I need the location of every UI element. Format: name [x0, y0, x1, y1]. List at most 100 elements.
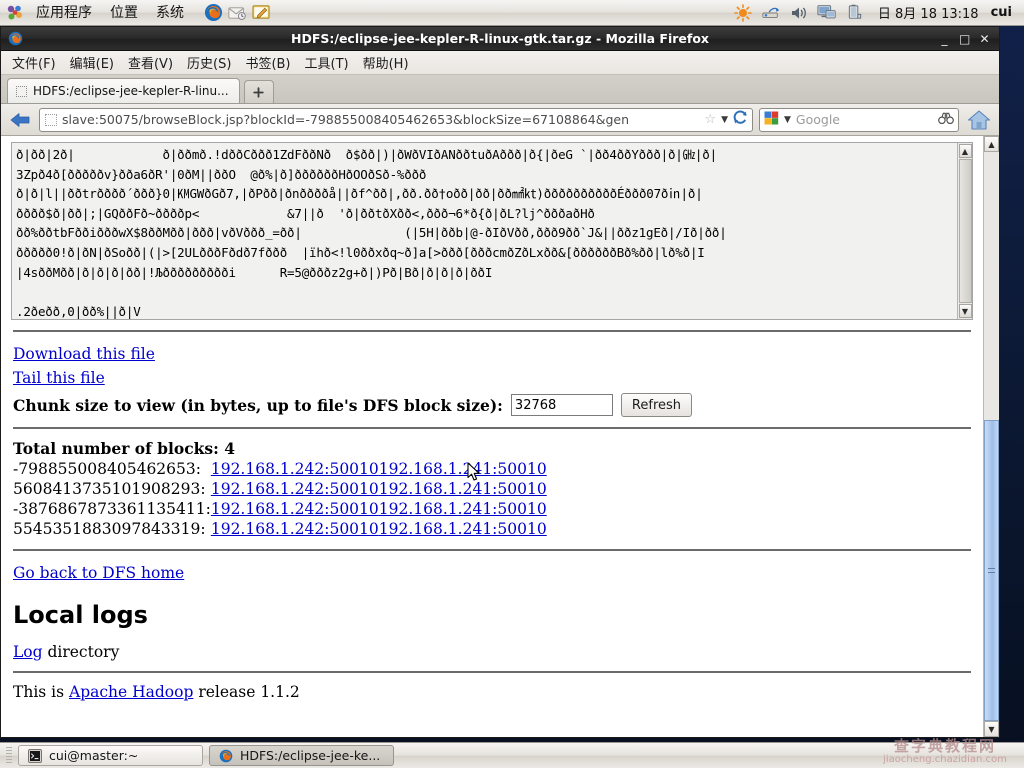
close-button[interactable]: ✕	[979, 33, 990, 45]
window-titlebar[interactable]: HDFS:/eclipse-jee-kepler-R-linux-gtk.tar…	[1, 27, 999, 51]
menu-help[interactable]: 帮助(H)	[356, 50, 416, 75]
file-content-box: ð|ðð|2ð| ð|ððmð.!dððCððð1ZdFððNð ð$ðð|)|…	[11, 142, 973, 320]
apache-hadoop-link[interactable]: Apache Hadoop	[69, 683, 193, 701]
file-content-scrollbar[interactable]: ▲ ▼	[957, 143, 972, 319]
table-row: -3876867873361135411: 192.168.1.242:5001…	[13, 499, 547, 519]
home-button[interactable]	[965, 107, 993, 133]
blocks-section: Total number of blocks: 4 -7988550084054…	[1, 439, 983, 539]
taskbar-item-firefox[interactable]: HDFS:/eclipse-jee-ke...	[209, 745, 394, 766]
table-row: 5545351883097843319: 192.168.1.242:50010…	[13, 519, 547, 539]
taskbar-item-terminal[interactable]: cui@master:~	[18, 745, 203, 766]
release-line: This is Apache Hadoop release 1.1.2	[13, 683, 971, 701]
panel-menu-applications[interactable]: 应用程序	[28, 2, 100, 24]
panel-menu-places[interactable]: 位置	[102, 2, 146, 24]
panel-menu-system[interactable]: 系统	[148, 2, 192, 24]
back-button[interactable]	[7, 107, 33, 133]
block-id: -798855008405462653:	[13, 460, 201, 478]
block-id: 5545351883097843319:	[13, 520, 206, 538]
refresh-button[interactable]: Refresh	[620, 393, 693, 417]
page-scroll-down-icon[interactable]: ▼	[984, 721, 999, 737]
page-scrollbar[interactable]: ▲ ▼	[983, 136, 999, 737]
menu-history[interactable]: 历史(S)	[180, 50, 238, 75]
menu-view[interactable]: 查看(V)	[121, 50, 180, 75]
bookmark-star-icon[interactable]: ☆	[704, 112, 716, 127]
panel-username[interactable]: cui	[991, 5, 1016, 20]
desktop: 应用程序 位置 系统 日 8月 18 13:18 cui HDFS:/eclip…	[0, 0, 1024, 768]
scroll-up-icon[interactable]: ▲	[958, 144, 972, 158]
file-content-text[interactable]: ð|ðð|2ð| ð|ððmð.!dððCððð1ZdFððNð ð$ðð|)|…	[12, 143, 957, 319]
taskbar-handle[interactable]	[6, 746, 12, 765]
chunk-size-label: Chunk size to view (in bytes, up to file…	[13, 395, 503, 415]
window-controls: _ □ ✕	[939, 33, 999, 45]
block-id: 5608413735101908293:	[13, 480, 206, 498]
blocks-heading: Total number of blocks: 4	[13, 439, 236, 458]
mouse-cursor	[467, 462, 481, 482]
chunk-size-input[interactable]	[510, 394, 613, 416]
network-icon[interactable]	[760, 2, 782, 24]
menubar: 文件(F) 编辑(E) 查看(V) 历史(S) 书签(B) 工具(T) 帮助(H…	[1, 51, 999, 75]
menu-tools[interactable]: 工具(T)	[298, 50, 356, 75]
tab-strip: HDFS:/eclipse-jee-kepler-R-linu...	[1, 75, 999, 104]
chunk-size-form: Chunk size to view (in bytes, up to file…	[13, 393, 971, 417]
url-bar[interactable]: slave:50075/browseBlock.jsp?blockId=-798…	[39, 107, 753, 132]
search-binoculars-icon[interactable]	[938, 112, 954, 128]
battery-icon[interactable]	[844, 2, 866, 24]
evolution-mail-icon[interactable]	[226, 2, 248, 24]
watermark-url: jiaocheng.chazidian.com	[883, 753, 1007, 765]
terminal-icon	[27, 748, 42, 763]
panel-clock[interactable]: 日 8月 18 13:18	[872, 3, 985, 22]
datanode-link[interactable]: 192.168.1.242:50010	[211, 500, 379, 518]
page-scroll-thumb[interactable]	[984, 420, 999, 721]
menu-file[interactable]: 文件(F)	[5, 50, 63, 75]
brightness-icon[interactable]	[732, 2, 754, 24]
chevron-down-icon[interactable]: ▼	[721, 115, 728, 125]
reload-icon[interactable]	[733, 110, 748, 129]
log-directory-suffix: directory	[42, 643, 120, 661]
release-suffix: release 1.1.2	[193, 683, 300, 701]
menu-edit[interactable]: 编辑(E)	[63, 50, 121, 75]
gnome-top-panel: 应用程序 位置 系统 日 8月 18 13:18 cui	[0, 0, 1024, 26]
tail-row: Tail this file	[13, 366, 971, 390]
tab-favicon-icon	[16, 85, 27, 97]
datanode-link[interactable]: 192.168.1.242:50010	[211, 460, 379, 478]
new-tab-button[interactable]	[243, 80, 274, 103]
datanode-link[interactable]: 192.168.1.241:50010	[379, 500, 547, 518]
search-engine-chevron-icon[interactable]: ▼	[784, 115, 791, 125]
search-bar[interactable]: ▼ Google	[759, 107, 959, 132]
window-title: HDFS:/eclipse-jee-kepler-R-linux-gtk.tar…	[291, 31, 709, 46]
datanode-link[interactable]: 192.168.1.241:50010	[379, 460, 547, 478]
display-icon[interactable]	[816, 2, 838, 24]
maximize-button[interactable]: □	[959, 33, 970, 45]
browser-tab[interactable]: HDFS:/eclipse-jee-kepler-R-linu...	[7, 78, 240, 103]
datanode-link[interactable]: 192.168.1.241:50010	[379, 520, 547, 538]
go-back-dfs-home-link[interactable]: Go back to DFS home	[13, 564, 184, 582]
watermark-title: 查字典教程网	[893, 736, 996, 755]
text-editor-icon[interactable]	[250, 2, 272, 24]
google-search-icon	[764, 111, 779, 128]
log-link[interactable]: Log	[13, 643, 43, 661]
minimize-button[interactable]: _	[939, 33, 950, 45]
datanode-link[interactable]: 192.168.1.242:50010	[211, 480, 379, 498]
download-file-link[interactable]: Download this file	[13, 345, 155, 363]
datanode-link[interactable]: 192.168.1.241:50010	[379, 480, 547, 498]
tail-file-link[interactable]: Tail this file	[13, 369, 105, 387]
footer-section: Go back to DFS home Local logs Log direc…	[1, 561, 983, 661]
volume-icon[interactable]	[788, 2, 810, 24]
panel-left-group: 应用程序 位置 系统	[0, 2, 272, 24]
gnome-foot-icon[interactable]	[4, 2, 26, 24]
menu-bookmarks[interactable]: 书签(B)	[238, 50, 297, 75]
divider-footer	[13, 671, 971, 673]
divider-top	[13, 330, 971, 332]
log-directory-row: Log directory	[13, 643, 971, 661]
page-scroll-up-icon[interactable]: ▲	[984, 136, 999, 152]
page-scroll-track-upper[interactable]	[984, 152, 999, 420]
firefox-launcher-icon[interactable]	[202, 2, 224, 24]
release-prefix: This is	[13, 683, 69, 701]
search-input[interactable]: Google	[796, 112, 933, 127]
scroll-down-icon[interactable]: ▼	[958, 304, 972, 318]
block-id: -3876867873361135411:	[13, 500, 211, 518]
page-content: Download this file Tail this file Chunk …	[1, 342, 983, 417]
firefox-icon	[5, 30, 25, 48]
datanode-link[interactable]: 192.168.1.242:50010	[211, 520, 379, 538]
scroll-thumb[interactable]	[958, 159, 972, 303]
